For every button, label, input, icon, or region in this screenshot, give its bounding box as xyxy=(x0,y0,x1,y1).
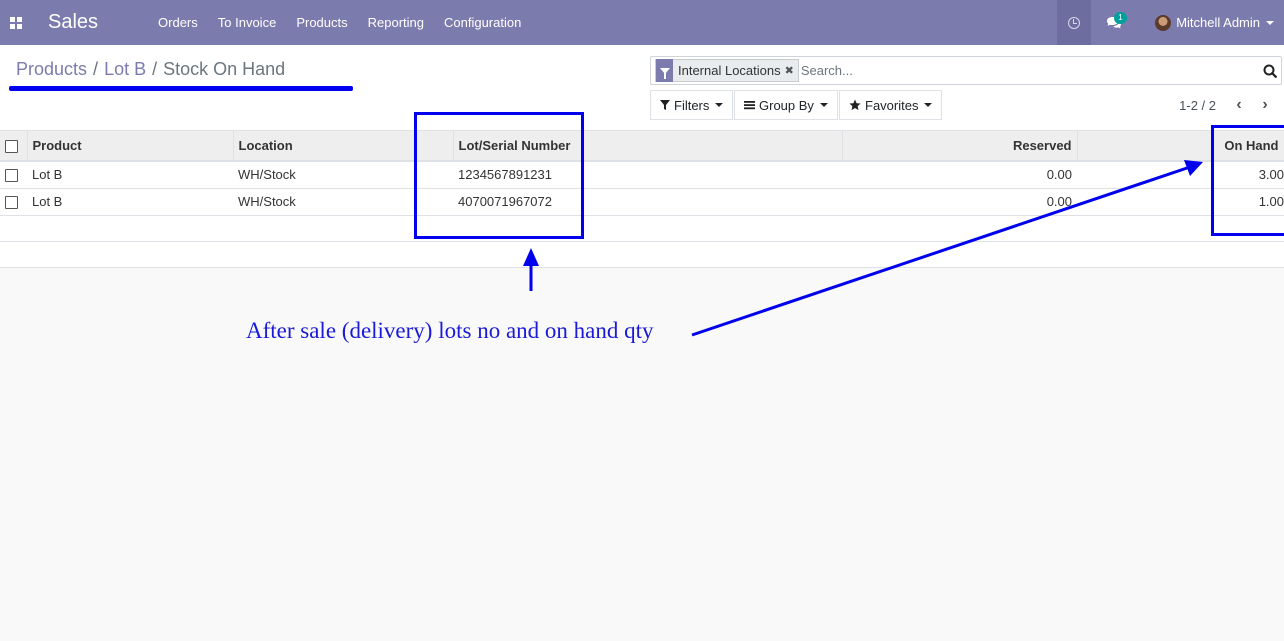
row-select-cell xyxy=(0,161,27,189)
favorites-label: Favorites xyxy=(865,97,919,113)
user-name: Mitchell Admin xyxy=(1176,15,1260,30)
clock-icon xyxy=(1068,16,1081,29)
annotation-note: After sale (delivery) lots no and on han… xyxy=(246,318,654,343)
top-navbar: Sales Orders To Invoice Products Reporti… xyxy=(0,0,1284,45)
star-icon xyxy=(849,99,861,111)
table-row[interactable]: Lot B WH/Stock 1234567891231 0.00 3.00 xyxy=(0,161,1284,189)
cell-reserved: 0.00 xyxy=(842,161,1077,189)
chevron-down-icon xyxy=(924,103,933,107)
message-count-badge: 1 xyxy=(1114,12,1127,24)
search-bar: Internal Locations ✖ xyxy=(650,56,1282,85)
search-input[interactable] xyxy=(798,58,1259,83)
lot-column-highlight-box xyxy=(414,112,584,239)
menu-products[interactable]: Products xyxy=(286,0,357,45)
table-header-row: Product Location Lot/Serial Number Reser… xyxy=(0,131,1284,162)
menu-to-invoice[interactable]: To Invoice xyxy=(208,0,287,45)
chevron-down-icon xyxy=(1266,20,1274,25)
stock-table: Product Location Lot/Serial Number Reser… xyxy=(0,131,1284,268)
row-select-cell xyxy=(0,188,27,216)
facet-remove-icon[interactable]: ✖ xyxy=(785,64,798,77)
pager: 1-2 / 2 ‹ › xyxy=(1179,90,1278,120)
facet-label: Internal Locations xyxy=(678,63,781,78)
breadcrumb-separator: / xyxy=(152,59,158,79)
cell-product: Lot B xyxy=(27,161,233,189)
breadcrumb-separator: / xyxy=(93,59,99,79)
pager-next-icon[interactable]: › xyxy=(1252,90,1278,120)
menu-configuration[interactable]: Configuration xyxy=(434,0,531,45)
cell-product: Lot B xyxy=(27,188,233,216)
pager-value[interactable]: 1-2 / 2 xyxy=(1179,98,1216,113)
search-facet: Internal Locations ✖ xyxy=(655,59,799,82)
empty-row xyxy=(0,215,1284,242)
main-menu: Orders To Invoice Products Reporting Con… xyxy=(148,0,531,45)
column-header-reserved[interactable]: Reserved xyxy=(842,131,1078,162)
group-by-label: Group By xyxy=(759,97,814,113)
chevron-down-icon xyxy=(715,103,724,107)
breadcrumb: Products / Lot B / Stock On Hand xyxy=(16,59,285,80)
list-icon xyxy=(744,101,755,110)
column-header-product[interactable]: Product xyxy=(27,131,234,162)
systray: 1 Mitchell Admin xyxy=(1057,0,1284,45)
breadcrumb-products[interactable]: Products xyxy=(16,59,87,80)
messaging-button[interactable]: 1 xyxy=(1091,0,1137,45)
pager-previous-icon[interactable]: ‹ xyxy=(1226,90,1252,120)
menu-orders[interactable]: Orders xyxy=(148,0,208,45)
chevron-down-icon xyxy=(819,103,828,107)
apps-menu-icon[interactable] xyxy=(0,0,32,45)
list-view: Product Location Lot/Serial Number Reser… xyxy=(0,131,1284,268)
activity-button[interactable] xyxy=(1057,0,1092,45)
empty-row xyxy=(0,241,1284,268)
filters-label: Filters xyxy=(674,97,710,113)
select-all-checkbox[interactable] xyxy=(5,140,18,154)
select-all-cell xyxy=(0,131,28,162)
page-title: Stock On Hand xyxy=(163,59,286,79)
filter-icon xyxy=(660,100,670,110)
on-hand-column-highlight-box xyxy=(1211,125,1284,236)
favorites-button[interactable]: Favorites xyxy=(839,90,943,120)
group-by-button[interactable]: Group By xyxy=(734,90,838,120)
avatar xyxy=(1155,14,1172,31)
menu-reporting[interactable]: Reporting xyxy=(358,0,434,45)
filters-button[interactable]: Filters xyxy=(650,90,734,120)
user-menu[interactable]: Mitchell Admin xyxy=(1137,0,1284,45)
row-checkbox[interactable] xyxy=(5,196,18,210)
app-brand[interactable]: Sales xyxy=(48,11,98,34)
breadcrumb-lot-b[interactable]: Lot B xyxy=(104,59,146,80)
table-row[interactable]: Lot B WH/Stock 4070071967072 0.00 1.00 xyxy=(0,188,1284,216)
cell-reserved: 0.00 xyxy=(842,188,1077,216)
search-icon[interactable] xyxy=(1259,58,1281,83)
control-panel: Products / Lot B / Stock On Hand Interna… xyxy=(0,45,1284,131)
row-checkbox[interactable] xyxy=(5,169,18,183)
filter-icon xyxy=(656,59,673,82)
